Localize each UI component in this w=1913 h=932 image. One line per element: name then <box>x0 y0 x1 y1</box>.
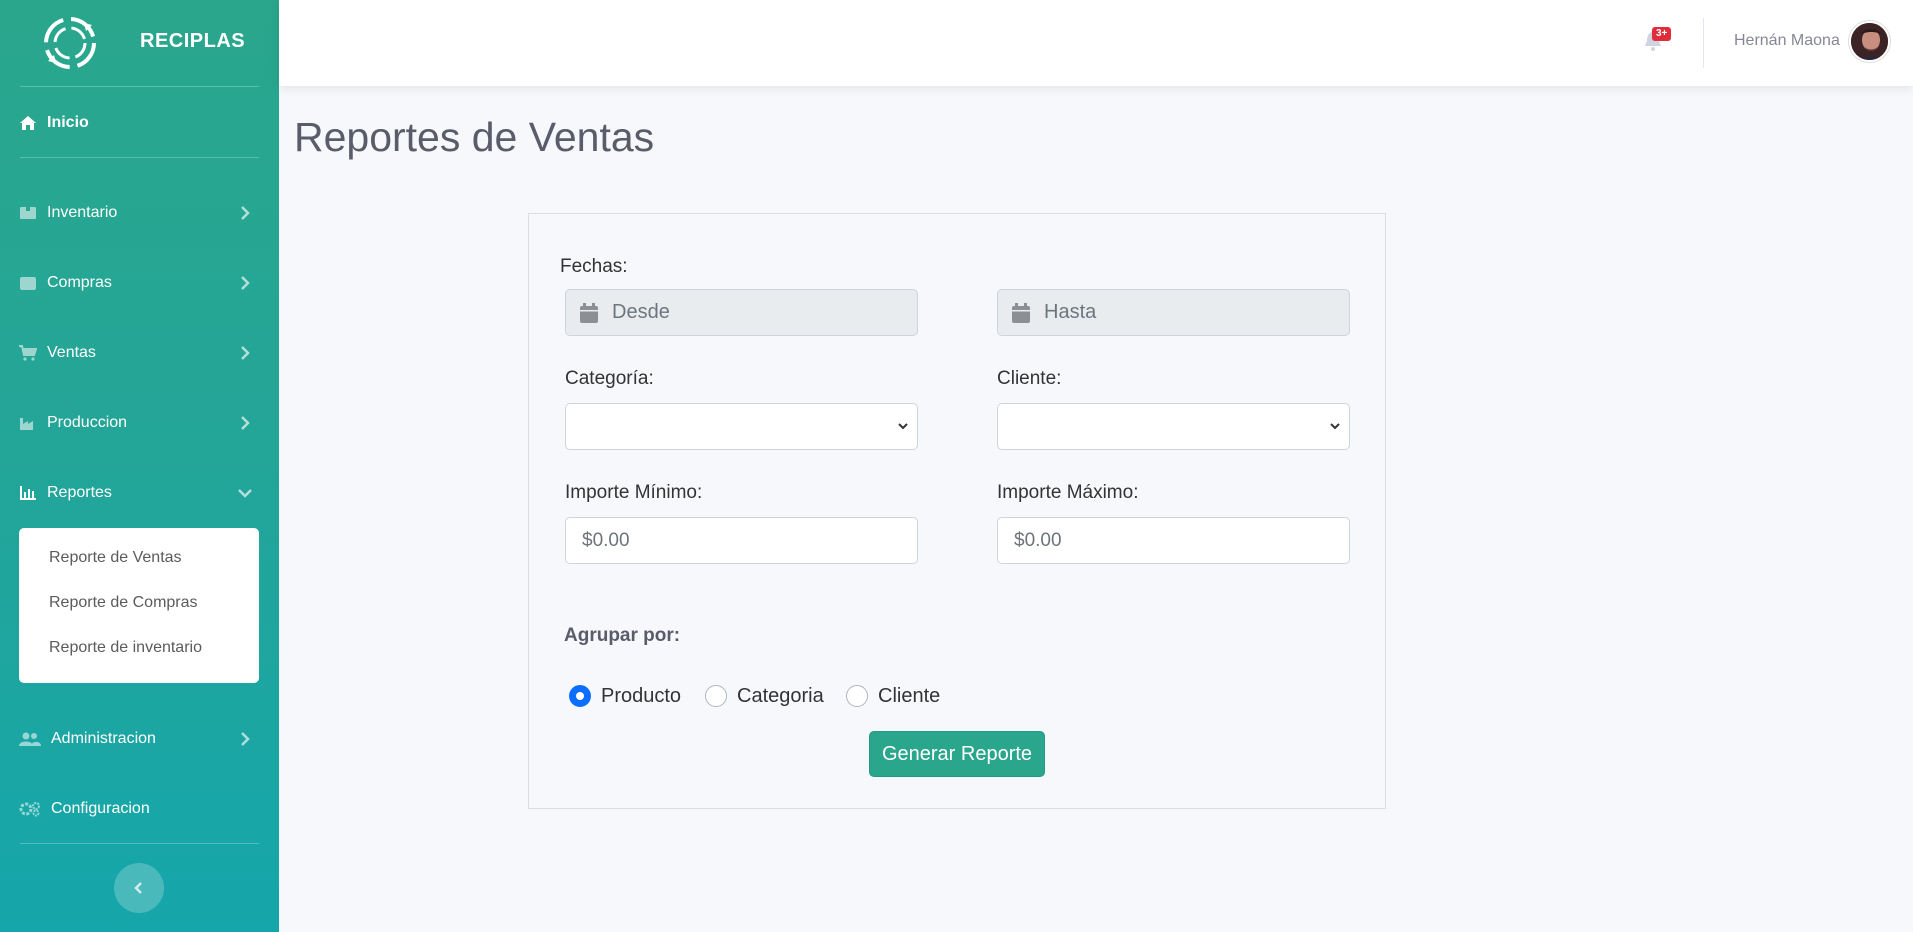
card-icon <box>19 274 37 292</box>
date-to-input[interactable]: Hasta <box>997 289 1350 336</box>
radio-producto[interactable]: Producto <box>569 684 681 708</box>
sidebar: RECIPLAS Inicio Inventario Compras Venta… <box>0 0 279 932</box>
date-from-placeholder: Desde <box>612 301 670 323</box>
sidebar-item-reportes[interactable]: Reportes <box>0 473 279 513</box>
radio-label: Cliente <box>878 684 941 707</box>
page-title: Reportes de Ventas <box>294 114 655 160</box>
group-by-label: Agrupar por: <box>564 625 681 646</box>
category-select[interactable] <box>565 403 918 450</box>
chevron-right-icon <box>241 206 250 220</box>
home-icon <box>19 114 37 132</box>
sidebar-item-label: Configuracion <box>51 800 150 817</box>
min-amount-input[interactable]: $0.00 <box>565 517 918 564</box>
sidebar-item-inicio[interactable]: Inicio <box>0 103 279 143</box>
radio-button[interactable] <box>705 685 727 707</box>
submenu-item-reporte-ventas[interactable]: Reporte de Ventas <box>19 545 259 590</box>
calendar-icon <box>580 302 598 323</box>
sidebar-toggle-button[interactable] <box>114 863 164 913</box>
category-label: Categoría: <box>565 368 654 389</box>
generate-report-button[interactable]: Generar Reporte <box>869 731 1045 777</box>
sidebar-item-ventas[interactable]: Ventas <box>0 333 279 373</box>
max-amount-label: Importe Máximo: <box>997 482 1139 503</box>
sidebar-item-configuracion[interactable]: Configuracion <box>0 789 279 829</box>
dates-label: Fechas: <box>560 256 628 277</box>
users-icon <box>19 730 41 748</box>
cart-icon <box>19 344 37 362</box>
topbar-divider <box>1703 18 1704 68</box>
chart-icon <box>19 484 37 502</box>
radio-label: Producto <box>601 684 682 707</box>
topbar: 3+ Hernán Maona <box>279 0 1913 86</box>
user-name[interactable]: Hernán Maona <box>1734 32 1840 50</box>
sidebar-item-produccion[interactable]: Produccion <box>0 403 279 443</box>
sidebar-item-label: Inventario <box>47 204 118 221</box>
sidebar-item-label: Ventas <box>47 344 96 361</box>
max-amount-input[interactable]: $0.00 <box>997 517 1350 564</box>
sidebar-divider <box>20 157 259 158</box>
chevron-right-icon <box>241 276 250 290</box>
chevron-right-icon <box>241 732 250 746</box>
box-icon <box>19 204 37 222</box>
cogs-icon <box>19 800 41 818</box>
sidebar-item-label: Administracion <box>51 730 156 747</box>
client-select[interactable] <box>997 403 1350 450</box>
sidebar-divider <box>20 843 259 844</box>
avatar[interactable] <box>1849 21 1890 62</box>
user-photo <box>1851 23 1888 60</box>
date-to-placeholder: Hasta <box>1044 301 1097 323</box>
notification-badge: 3+ <box>1652 27 1672 41</box>
sidebar-item-label: Compras <box>47 274 112 291</box>
recycle-logo-icon <box>44 17 96 69</box>
chevron-left-icon <box>134 882 142 894</box>
industry-icon <box>19 414 37 432</box>
sidebar-item-administracion[interactable]: Administracion <box>0 719 279 759</box>
chevron-down-icon <box>238 489 252 498</box>
sidebar-item-compras[interactable]: Compras <box>0 263 279 303</box>
min-amount-label: Importe Mínimo: <box>565 482 703 503</box>
submenu-item-reporte-compras[interactable]: Reporte de Compras <box>19 590 259 635</box>
radio-button[interactable] <box>569 685 591 707</box>
calendar-icon <box>1012 302 1030 323</box>
sidebar-divider <box>20 86 259 87</box>
sidebar-item-label: Inicio <box>47 114 89 131</box>
brand[interactable]: RECIPLAS <box>0 0 279 86</box>
sidebar-item-label: Reportes <box>47 484 112 501</box>
chevron-right-icon <box>241 416 250 430</box>
date-from-input[interactable]: Desde <box>565 289 918 336</box>
radio-label: Categoria <box>737 684 824 707</box>
submenu-item-reporte-inventario[interactable]: Reporte de inventario <box>19 635 259 680</box>
chevron-down-icon <box>1330 423 1340 430</box>
brand-name: RECIPLAS <box>140 30 246 52</box>
radio-categoria[interactable]: Categoria <box>705 684 824 708</box>
sidebar-item-inventario[interactable]: Inventario <box>0 193 279 233</box>
reportes-submenu: Reporte de Ventas Reporte de Compras Rep… <box>19 528 259 683</box>
client-label: Cliente: <box>997 368 1062 389</box>
radio-cliente[interactable]: Cliente <box>846 684 940 708</box>
radio-button[interactable] <box>846 685 868 707</box>
sidebar-item-label: Produccion <box>47 414 128 431</box>
chevron-down-icon <box>898 423 908 430</box>
chevron-right-icon <box>241 346 250 360</box>
